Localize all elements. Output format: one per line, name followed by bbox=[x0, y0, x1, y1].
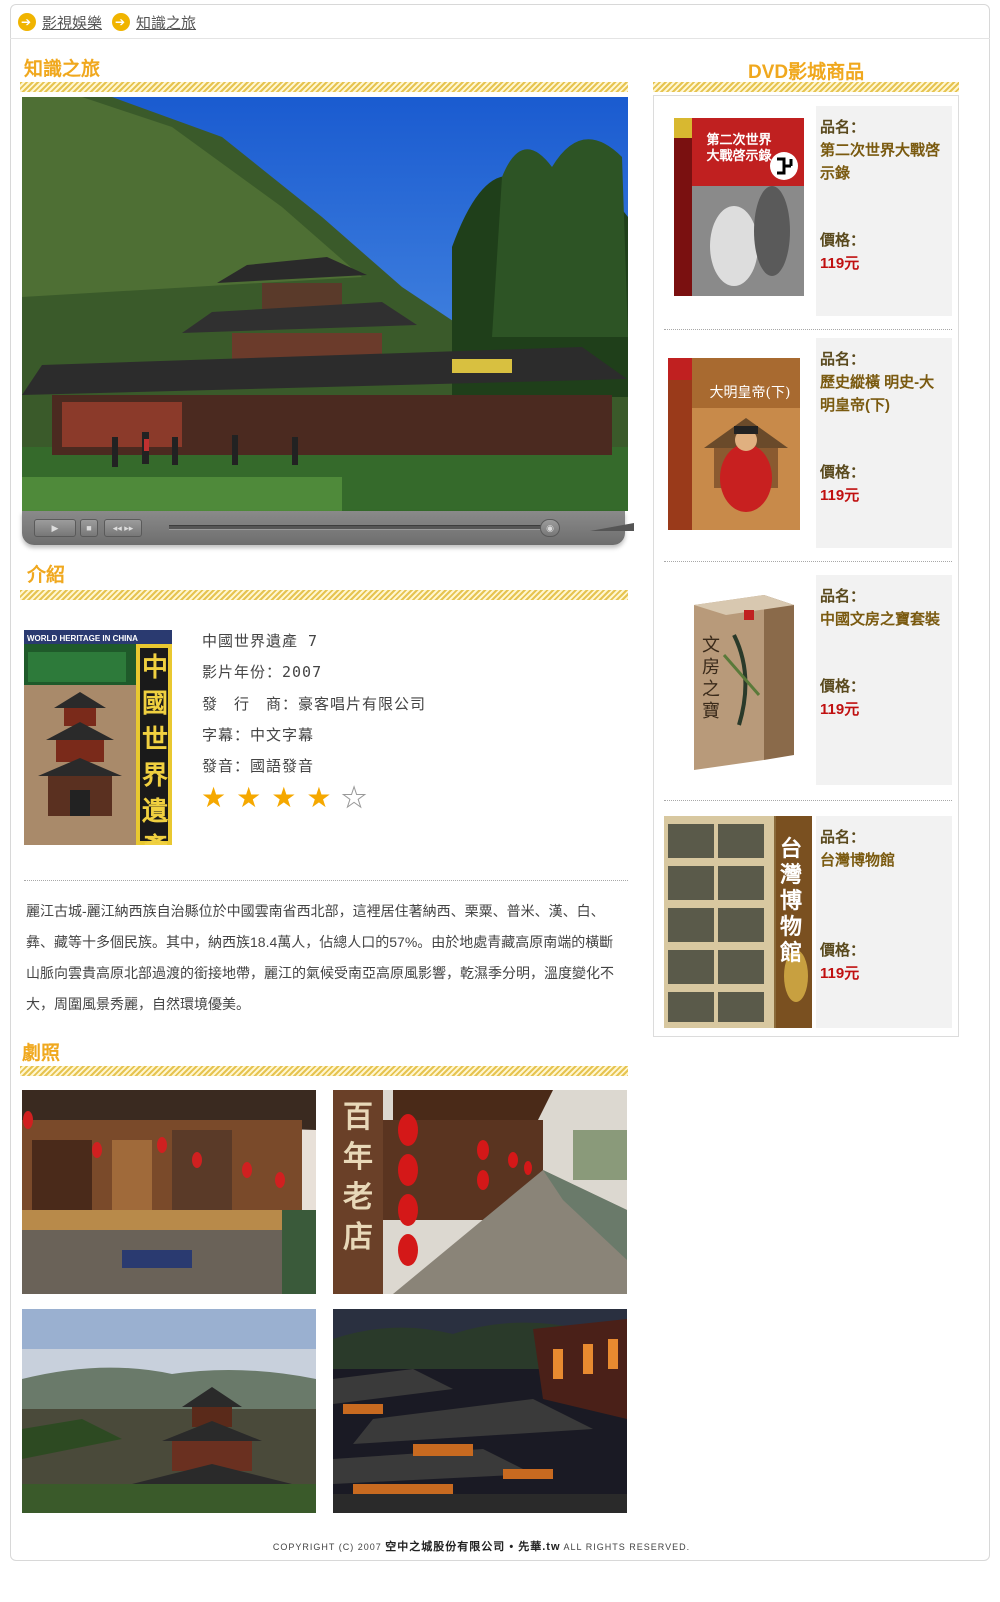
section-title-intro: 介紹 bbox=[27, 565, 66, 586]
star-filled-icon: ★ bbox=[271, 782, 297, 813]
dvd-item[interactable]: 台灣博物館 品名： 台灣博物館 價格： 119元 bbox=[664, 816, 954, 1028]
cover-title: 中國世界遺產 bbox=[142, 653, 169, 845]
video-frame-temple bbox=[22, 97, 628, 511]
movie-audio: 發音：國語發音 bbox=[202, 757, 315, 775]
volume-icon[interactable]: ◉ bbox=[540, 519, 560, 537]
stop-button[interactable]: ■ bbox=[80, 519, 98, 537]
movie-title: 中國世界遺產 7 bbox=[202, 632, 319, 650]
dvd-thumbnail[interactable]: 大明皇帝(下) bbox=[664, 338, 812, 548]
section-title-gallery: 劇照 bbox=[22, 1043, 61, 1064]
gallery-photo-2[interactable]: 百年老店 bbox=[333, 1090, 627, 1294]
section-title-knowledge: 知識之旅 bbox=[24, 59, 101, 80]
product-price: 119元 bbox=[820, 965, 860, 982]
gallery-stripe bbox=[20, 1066, 628, 1076]
dvd-item[interactable]: 文房之寶 品名： 中國文房之寶套裝 價格： 119元 bbox=[664, 575, 954, 785]
gallery-photo-1[interactable] bbox=[22, 1090, 316, 1294]
dvd-info: 品名： 第二次世界大戰啓示錄 價格： 119元 bbox=[816, 106, 952, 316]
dvd-thumbnail[interactable]: 台灣博物館 bbox=[664, 816, 812, 1028]
dvd-cover-title: 大明皇帝(下) bbox=[709, 385, 791, 401]
product-price: 119元 bbox=[820, 255, 860, 272]
breadcrumb-link-entertainment[interactable]: 影視娛樂 bbox=[18, 12, 102, 33]
divider bbox=[664, 561, 952, 562]
divider bbox=[664, 800, 952, 801]
product-price: 119元 bbox=[820, 487, 860, 504]
product-name[interactable]: 台灣博物館 bbox=[820, 849, 948, 872]
arrow-right-icon bbox=[18, 13, 36, 31]
arrow-right-icon bbox=[112, 13, 131, 31]
product-name-label: 品名： bbox=[820, 588, 866, 605]
product-name[interactable]: 歷史縱橫 明史-大明皇帝(下) bbox=[820, 371, 948, 417]
movie-year: 影片年份：2007 bbox=[202, 663, 323, 681]
seek-bar[interactable] bbox=[169, 525, 555, 530]
video-player[interactable] bbox=[22, 97, 628, 511]
dvd-thumbnail[interactable]: 第二次世界大戰啓示錄 bbox=[664, 106, 812, 316]
breadcrumb-label: 知識之旅 bbox=[136, 13, 197, 32]
footer-copyright: COPYRIGHT (C) 2007 bbox=[272, 1542, 382, 1552]
gallery-photo-3[interactable] bbox=[22, 1309, 316, 1513]
intro-stripe bbox=[20, 590, 628, 600]
breadcrumb-label: 影視娛樂 bbox=[42, 13, 103, 32]
star-filled-icon: ★ bbox=[306, 782, 332, 813]
gallery-photo-4[interactable] bbox=[333, 1309, 627, 1513]
product-price-label: 價格： bbox=[820, 464, 866, 481]
dvd-cover-title: 第二次世界大戰啓示錄 bbox=[706, 132, 772, 163]
breadcrumb-divider bbox=[10, 38, 990, 39]
dvd-item[interactable]: 第二次世界大戰啓示錄 品名： 第二次世界大戰啓示錄 價格： 119元 bbox=[664, 106, 954, 316]
dvd-product-list: 第二次世界大戰啓示錄 品名： 第二次世界大戰啓示錄 價格： 119元 大明皇帝(… bbox=[653, 95, 959, 1037]
footer-rights: ALL RIGHTS RESERVED. bbox=[563, 1542, 691, 1552]
shop-sign: 百年老店 bbox=[343, 1100, 373, 1255]
product-name-label: 品名： bbox=[820, 351, 866, 368]
dvd-info: 品名： 台灣博物館 價格： 119元 bbox=[816, 816, 952, 1028]
footer: COPYRIGHT (C) 2007 空中之城股份有限公司 • 先華.tw AL… bbox=[0, 1538, 963, 1554]
skip-buttons[interactable]: ◂◂ ▸▸ bbox=[104, 519, 142, 537]
dvd-cover-title: 文房之寶 bbox=[702, 635, 720, 722]
rating-stars: ★ ★ ★ ★ ★ bbox=[201, 782, 367, 813]
dvd-cover-image: WORLD HERITAGE IN CHINA 中國世界遺產 bbox=[24, 630, 172, 845]
dvd-item[interactable]: 大明皇帝(下) 品名： 歷史縱橫 明史-大明皇帝(下) 價格： 119元 bbox=[664, 338, 954, 548]
divider bbox=[24, 880, 628, 881]
product-name[interactable]: 第二次世界大戰啓示錄 bbox=[820, 139, 948, 185]
volume-slider[interactable] bbox=[590, 523, 634, 531]
breadcrumb-link-knowledge[interactable]: 知識之旅 bbox=[112, 12, 196, 33]
dvd-thumbnail[interactable]: 文房之寶 bbox=[664, 575, 812, 785]
footer-company: 空中之城股份有限公司 • 先華.tw bbox=[385, 1541, 561, 1553]
dvd-stripe bbox=[653, 82, 959, 92]
movie-description: 麗江古城-麗江納西族自治縣位於中國雲南省西北部，這裡居住著納西、栗粟、普米、漢、… bbox=[26, 903, 614, 1012]
movie-publisher: 發 行 商：豪客唱片有限公司 bbox=[202, 695, 427, 713]
product-name-label: 品名： bbox=[820, 119, 866, 136]
play-button[interactable]: ▶ bbox=[34, 519, 76, 537]
divider bbox=[664, 329, 952, 330]
product-price-label: 價格： bbox=[820, 232, 866, 249]
dvd-cover-title: 台灣博物館 bbox=[780, 836, 803, 966]
product-price: 119元 bbox=[820, 701, 860, 718]
movie-subtitle: 字幕：中文字幕 bbox=[202, 726, 315, 744]
dvd-info: 品名： 歷史縱橫 明史-大明皇帝(下) 價格： 119元 bbox=[816, 338, 952, 548]
product-price-label: 價格： bbox=[820, 942, 866, 959]
section-title-dvd: DVD影城商品 bbox=[748, 62, 865, 83]
dvd-info: 品名： 中國文房之寶套裝 價格： 119元 bbox=[816, 575, 952, 785]
product-price-label: 價格： bbox=[820, 678, 866, 695]
video-controls: ▶ ■ ◂◂ ▸▸ ◉ bbox=[22, 511, 634, 545]
star-filled-icon: ★ bbox=[236, 782, 262, 813]
star-empty-icon: ★ bbox=[341, 782, 367, 813]
title-stripe bbox=[20, 82, 628, 92]
breadcrumb: 影視娛樂 知識之旅 bbox=[18, 10, 200, 34]
star-filled-icon: ★ bbox=[201, 782, 227, 813]
product-name-label: 品名： bbox=[820, 829, 866, 846]
product-name[interactable]: 中國文房之寶套裝 bbox=[820, 608, 948, 631]
cover-banner: WORLD HERITAGE IN CHINA bbox=[27, 634, 138, 643]
